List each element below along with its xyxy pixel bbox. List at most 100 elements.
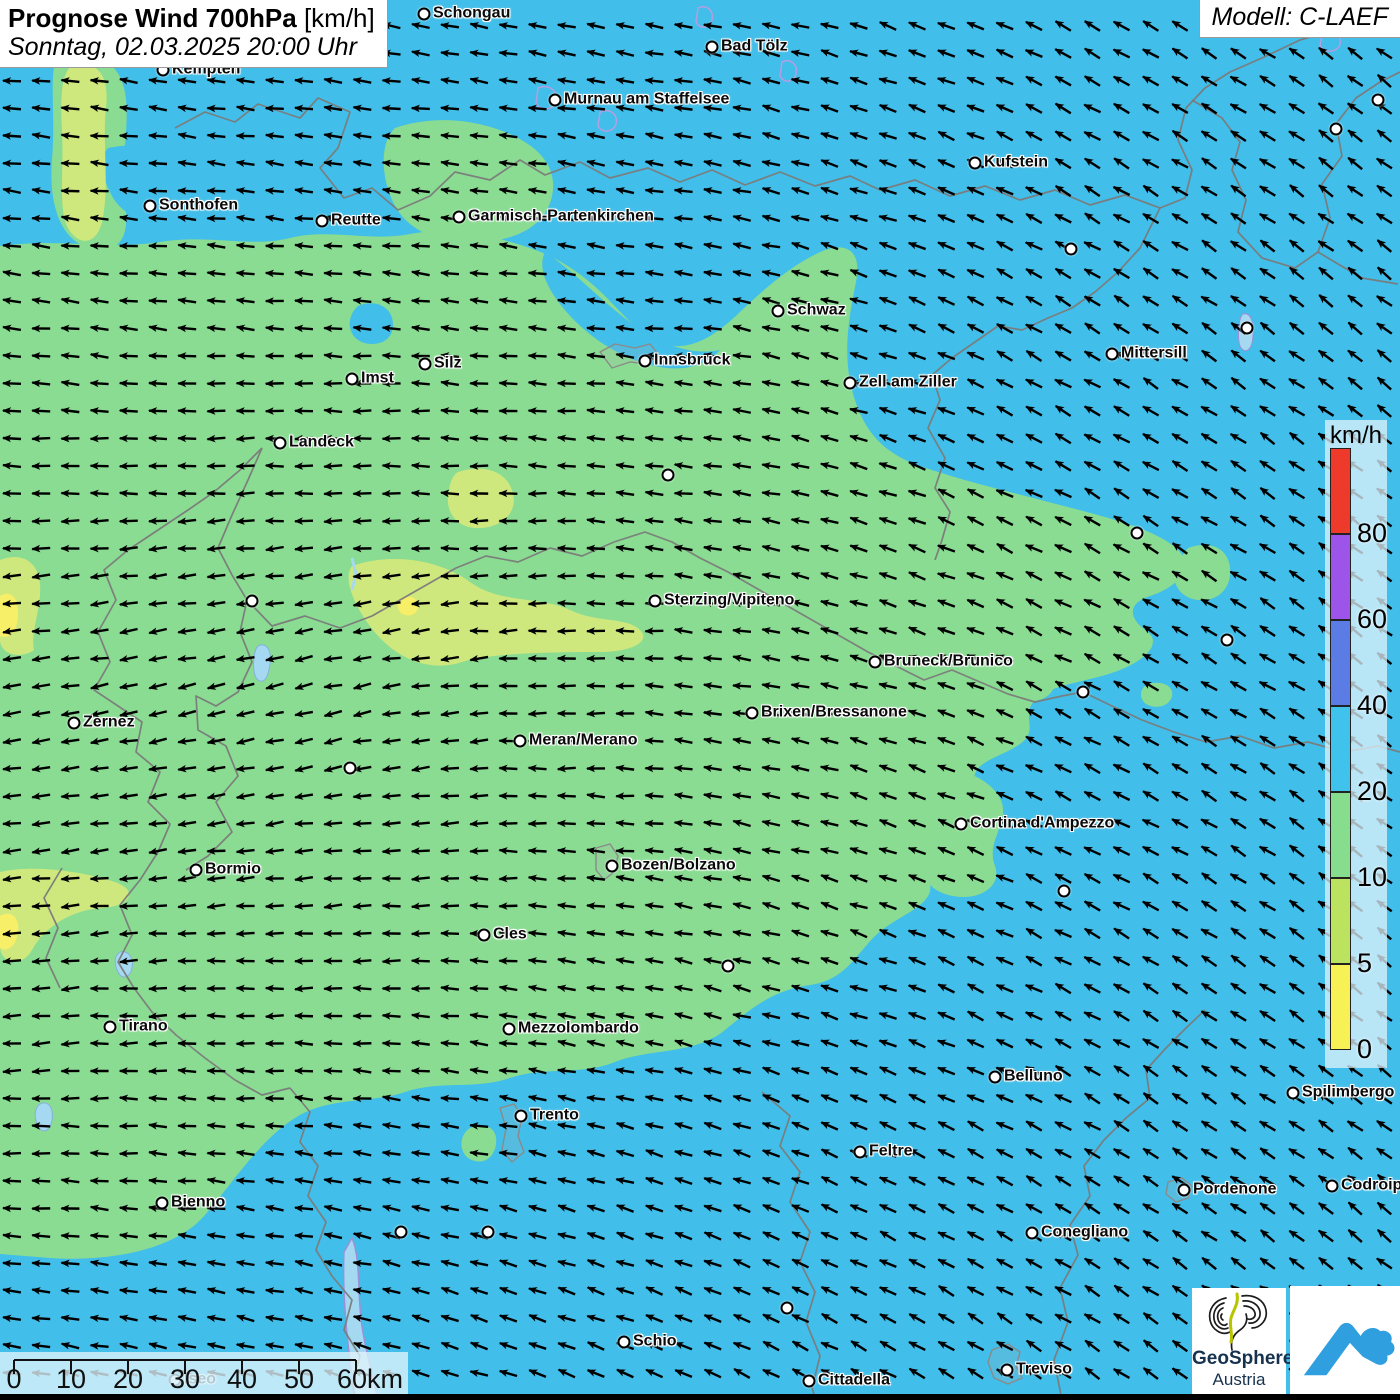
city-marker <box>453 211 466 224</box>
city-marker <box>854 1146 867 1159</box>
legend-tick-label: 40 <box>1357 690 1387 720</box>
city-marker <box>706 41 719 54</box>
legend-tick-label: 0 <box>1357 1034 1372 1064</box>
city-marker <box>549 94 562 107</box>
city-marker <box>246 595 259 608</box>
city-marker <box>503 1023 516 1036</box>
city-marker <box>1330 123 1343 136</box>
legend-tick-label: 60 <box>1357 604 1387 634</box>
city-marker <box>156 1197 169 1210</box>
forecast-title: Prognose Wind 700hPa [km/h] <box>8 3 375 33</box>
city-marker <box>144 200 157 213</box>
city-label: Tirano <box>119 1017 168 1035</box>
legend-block-40 <box>1330 620 1351 706</box>
city-marker <box>395 1226 408 1239</box>
city-marker <box>869 656 882 669</box>
legend-block-0 <box>1330 964 1351 1050</box>
city-marker <box>1106 348 1119 361</box>
forecast-unit: [km/h] <box>304 3 375 33</box>
city-label: Bormio <box>205 860 261 878</box>
city-label: Mittersill <box>1121 344 1187 362</box>
map-bottom-border <box>0 1394 1400 1400</box>
city-label: Schio <box>633 1332 677 1350</box>
city-label: Feltre <box>869 1142 913 1160</box>
city-label: Codroipo <box>1341 1176 1400 1194</box>
city-marker <box>649 595 662 608</box>
city-marker <box>1131 527 1144 540</box>
city-labels-layer: SchongauBad TölzKemptenMurnau am Staffel… <box>0 0 1400 1400</box>
city-marker <box>104 1021 117 1034</box>
city-label: Sterzing/Vipiteno <box>664 591 794 609</box>
city-marker <box>1058 885 1071 898</box>
city-label: Schongau <box>433 4 510 22</box>
city-label: Silz <box>434 354 462 372</box>
city-label: Imst <box>361 369 394 387</box>
city-marker <box>346 373 359 386</box>
mountain-cloud-icon <box>1293 1289 1397 1389</box>
city-label: Brixen/Bressanone <box>761 703 907 721</box>
geosphere-logo-box: GeoSphere Austria <box>1192 1288 1286 1394</box>
city-marker <box>478 929 491 942</box>
city-marker <box>722 960 735 973</box>
city-label: Landeck <box>289 433 354 451</box>
geosphere-country-label: Austria <box>1192 1370 1286 1390</box>
city-marker <box>606 860 619 873</box>
city-label: Murnau am Staffelsee <box>564 90 729 108</box>
city-label: Innsbruck <box>654 351 730 369</box>
city-marker <box>969 157 982 170</box>
scale-tick-label: 10 <box>56 1364 86 1395</box>
geosphere-org-label: GeoSphere <box>1192 1348 1286 1370</box>
geosphere-contour-icon <box>1196 1290 1282 1352</box>
city-marker <box>68 717 81 730</box>
city-label: Conegliano <box>1041 1223 1128 1241</box>
city-label: Cortina d'Ampezzo <box>970 814 1114 832</box>
city-label: Zell am Ziller <box>859 373 957 391</box>
city-marker <box>514 735 527 748</box>
city-marker <box>190 864 203 877</box>
city-label: Meran/Merano <box>529 731 637 749</box>
city-label: Kufstein <box>984 153 1048 171</box>
city-marker <box>1326 1180 1339 1193</box>
city-label: Cles <box>493 925 527 943</box>
forecast-title-text: Prognose Wind 700hPa <box>8 3 297 33</box>
city-marker <box>618 1336 631 1349</box>
scale-tick-label: 0 <box>6 1364 21 1395</box>
city-label: Trento <box>530 1106 579 1124</box>
city-label: Treviso <box>1016 1360 1072 1378</box>
city-marker <box>1077 686 1090 699</box>
city-marker <box>772 305 785 318</box>
city-marker <box>316 215 329 228</box>
city-marker <box>1026 1227 1039 1240</box>
legend-tick-label: 10 <box>1357 862 1387 892</box>
forecast-title-box: Prognose Wind 700hPa [km/h] Sonntag, 02.… <box>0 0 388 68</box>
scale-tick-label: 40 <box>227 1364 257 1395</box>
city-label: Schwaz <box>787 301 846 319</box>
city-marker <box>1372 94 1385 107</box>
city-label: Zernez <box>83 713 135 731</box>
legend-block-10 <box>1330 792 1351 878</box>
scale-tick-label: 20 <box>113 1364 143 1395</box>
city-label: Pordenone <box>1193 1180 1277 1198</box>
city-marker <box>1178 1184 1191 1197</box>
city-marker <box>419 358 432 371</box>
city-label: Cittadella <box>818 1371 890 1389</box>
model-label-box: Modell: C-LAEF <box>1199 0 1400 38</box>
city-label: Spilimbergo <box>1302 1083 1394 1101</box>
city-label: Bruneck/Brunico <box>884 652 1013 670</box>
legend-block-60 <box>1330 534 1351 620</box>
wind-speed-legend: km/h 806040201050 <box>1325 420 1387 1068</box>
city-marker <box>844 377 857 390</box>
city-marker <box>1221 634 1234 647</box>
city-marker <box>803 1375 816 1388</box>
city-marker <box>515 1110 528 1123</box>
legend-colorbar: 806040201050 <box>1330 448 1351 1050</box>
city-marker <box>746 707 759 720</box>
city-marker <box>639 355 652 368</box>
city-label: Bad Tölz <box>721 37 788 55</box>
city-label: Mezzolombardo <box>518 1019 639 1037</box>
city-marker <box>989 1071 1002 1084</box>
scale-tick-label: 30 <box>170 1364 200 1395</box>
legend-block-20 <box>1330 706 1351 792</box>
city-marker <box>1065 243 1078 256</box>
scale-tick-label: 50 <box>284 1364 314 1395</box>
